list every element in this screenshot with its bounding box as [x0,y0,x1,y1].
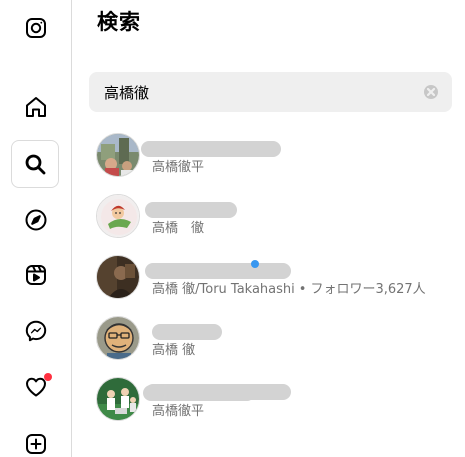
avatar [96,377,140,421]
avatar [96,316,140,360]
result-subtitle: 高橋 徹/Toru Takahashi • フォロワー3,627人 [152,278,426,297]
search-icon[interactable] [11,140,59,188]
instagram-icon[interactable] [18,10,54,46]
search-box[interactable] [89,72,452,112]
username-redacted [145,202,237,218]
username-redacted [152,324,222,340]
clear-search-icon[interactable] [424,85,438,99]
subtitle-separator: • [298,282,307,297]
result-subtitle-name: 高橋 徹/Toru Takahashi [152,282,295,297]
avatar [96,255,140,299]
result-subtitle: 高橋徹平 [152,404,205,419]
notification-dot [44,373,52,381]
heart-icon[interactable] [18,369,54,405]
explore-icon[interactable] [18,202,54,238]
follower-count: フォロワー3,627人 [310,282,426,297]
search-panel: 検索 高橋徹平 [73,0,465,457]
home-icon[interactable] [18,89,54,125]
sidebar [0,0,72,457]
create-icon[interactable] [18,426,54,457]
search-input[interactable] [104,83,424,101]
username-redacted [143,385,255,401]
username-redacted [145,263,291,279]
result-subtitle: 高橋 徹 [152,221,205,236]
result-subtitle: 高橋徹平 [152,160,205,175]
result-row[interactable]: 高橋徹平 [73,370,465,430]
result-row[interactable]: 高橋 徹 [73,309,465,369]
panel-title: 検索 [97,10,141,34]
avatar [96,133,140,177]
result-subtitle: 高橋 徹 [152,343,196,358]
avatar [96,194,140,238]
result-row[interactable]: 高橋 徹/Toru Takahashi • フォロワー3,627人 [73,248,465,400]
result-row[interactable]: 高橋徹平 [73,126,465,186]
reels-icon[interactable] [18,257,54,293]
messenger-icon[interactable] [18,313,54,349]
verified-badge-icon [251,260,259,268]
result-row[interactable]: 高橋 徹 [73,187,465,247]
username-redacted [141,141,281,157]
